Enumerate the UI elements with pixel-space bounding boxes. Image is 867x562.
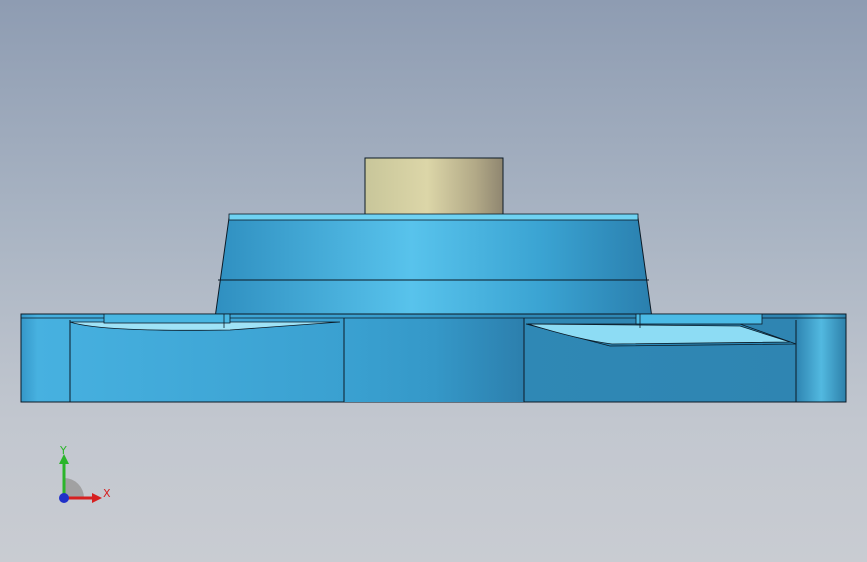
conical-boss[interactable] xyxy=(214,213,653,319)
coordinate-triad: Y X xyxy=(59,444,111,503)
3d-part-model[interactable] xyxy=(0,0,867,562)
y-axis-label: Y xyxy=(59,444,67,457)
x-axis-label: X xyxy=(103,487,111,500)
shaft-cylinder[interactable] xyxy=(364,157,504,219)
z-axis-icon xyxy=(59,493,69,503)
x-arrow-icon xyxy=(92,493,102,503)
graphics-viewport[interactable]: Y X xyxy=(0,0,867,562)
